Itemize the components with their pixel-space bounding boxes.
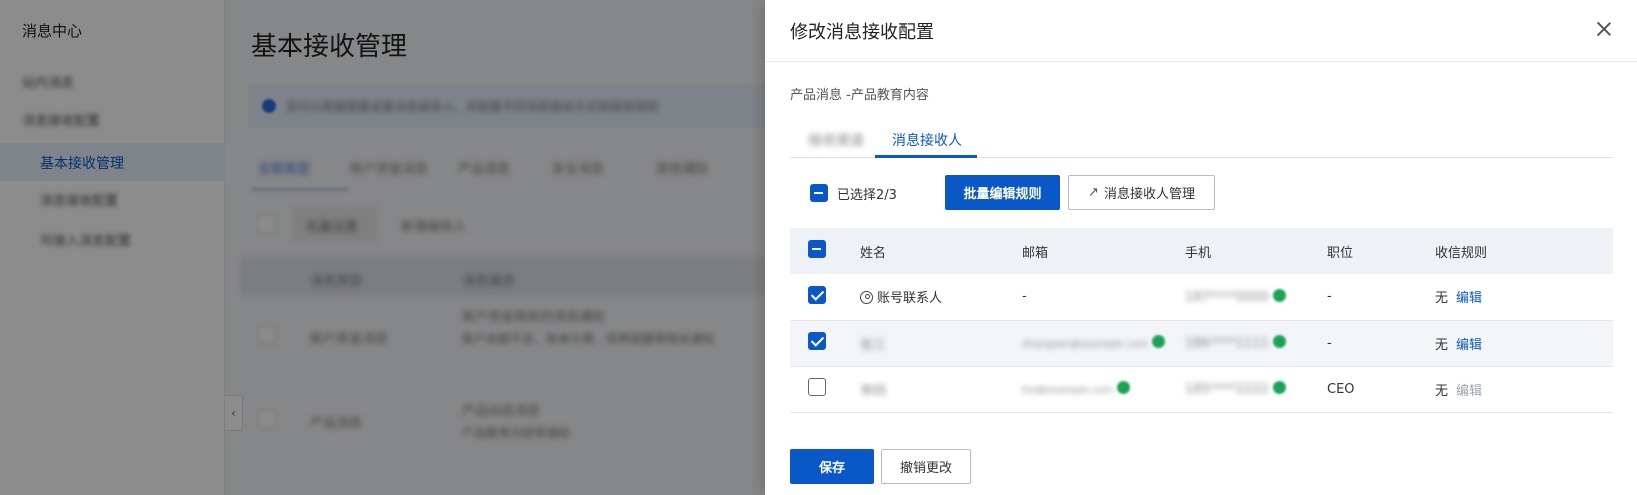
row-phone: 185****2222 bbox=[1185, 382, 1269, 397]
breadcrumb: 产品消息 -产品教育内容 bbox=[790, 88, 929, 103]
table-row: 张三 zhangsan@example.com 186****1111 - 无编… bbox=[790, 320, 1613, 367]
save-button[interactable]: 保存 bbox=[790, 449, 874, 484]
drawer-header: 修改消息接收配置 bbox=[765, 0, 1637, 62]
row-phone: 187****0000 bbox=[1185, 289, 1269, 305]
row-position: CEO bbox=[1327, 366, 1435, 413]
verified-icon bbox=[1117, 381, 1131, 394]
row-rule: 无 bbox=[1435, 337, 1449, 353]
row-checkbox-cell bbox=[790, 320, 860, 367]
close-icon[interactable] bbox=[1593, 18, 1615, 40]
row-checkbox[interactable] bbox=[808, 378, 826, 396]
external-link-icon: ↗ bbox=[1088, 185, 1099, 200]
row-rule-cell: 无编辑 bbox=[1435, 366, 1613, 413]
row-checkbox-cell bbox=[790, 274, 860, 321]
recipient-toolbar: 已选择2/3 批量编辑规则 ↗ 消息接收人管理 bbox=[810, 175, 1510, 211]
row-rule-cell: 无编辑 bbox=[1435, 320, 1613, 367]
verified-icon bbox=[1272, 335, 1286, 348]
row-phone-cell: 187****0000 bbox=[1185, 274, 1327, 321]
row-email: lisi@example.com bbox=[1022, 385, 1114, 396]
row-name: 账号联系人 bbox=[877, 291, 943, 307]
row-name: 张三 bbox=[860, 337, 887, 353]
table-row: 李四 lisi@example.com 185****2222 CEO 无编辑 bbox=[790, 366, 1613, 413]
selected-count: 已选择2/3 bbox=[837, 188, 897, 203]
row-email-cell: zhangsan@example.com bbox=[1022, 320, 1185, 367]
manage-recipients-label: 消息接收人管理 bbox=[1103, 187, 1195, 202]
row-rule-cell: 无编辑 bbox=[1435, 274, 1613, 321]
edit-link[interactable]: 编辑 bbox=[1456, 291, 1482, 306]
verified-icon bbox=[1272, 288, 1286, 302]
row-name: 李四 bbox=[860, 383, 887, 399]
tab-active-indicator bbox=[875, 155, 977, 158]
revert-button[interactable]: 撤销更改 bbox=[881, 449, 971, 484]
row-rule: 无 bbox=[1435, 291, 1449, 307]
row-phone-cell: 186****1111 bbox=[1185, 320, 1327, 367]
table-row: 账号联系人 - 187****0000 - 无编辑 bbox=[790, 274, 1613, 321]
row-checkbox[interactable] bbox=[808, 332, 826, 350]
column-name: 姓名 bbox=[860, 228, 1022, 274]
table-header-row: 姓名 邮箱 手机 职位 收信规则 bbox=[790, 228, 1613, 274]
header-select-all-checkbox[interactable] bbox=[808, 240, 826, 258]
row-email: - bbox=[1022, 274, 1185, 321]
row-name-cell: 账号联系人 bbox=[860, 274, 1022, 321]
edit-link[interactable]: 编辑 bbox=[1456, 338, 1482, 353]
config-drawer: 修改消息接收配置 产品消息 -产品教育内容 接收渠道 消息接收人 已选择2/3 … bbox=[765, 0, 1637, 495]
modal-overlay[interactable] bbox=[0, 0, 765, 495]
column-email: 邮箱 bbox=[1022, 228, 1185, 274]
row-name-cell: 张三 bbox=[860, 320, 1022, 367]
verified-icon bbox=[1272, 381, 1286, 394]
row-rule: 无 bbox=[1435, 383, 1449, 399]
manage-recipients-button[interactable]: ↗ 消息接收人管理 bbox=[1068, 175, 1215, 210]
row-checkbox-cell bbox=[790, 366, 860, 413]
column-rule: 收信规则 bbox=[1435, 228, 1613, 274]
edit-link[interactable]: 编辑 bbox=[1456, 384, 1482, 399]
column-phone: 手机 bbox=[1185, 228, 1327, 274]
select-all-checkbox[interactable] bbox=[810, 184, 828, 202]
drawer-tabs: 接收渠道 消息接收人 bbox=[790, 122, 1613, 158]
person-icon bbox=[860, 291, 873, 305]
drawer-title: 修改消息接收配置 bbox=[790, 22, 934, 43]
row-name-cell: 李四 bbox=[860, 366, 1022, 413]
row-email-cell: lisi@example.com bbox=[1022, 366, 1185, 413]
verified-icon bbox=[1151, 335, 1165, 348]
column-position: 职位 bbox=[1327, 228, 1435, 274]
row-phone-cell: 185****2222 bbox=[1185, 366, 1327, 413]
row-position: - bbox=[1327, 274, 1435, 321]
row-email: zhangsan@example.com bbox=[1022, 339, 1148, 350]
batch-edit-rules-button[interactable]: 批量编辑规则 bbox=[945, 175, 1060, 210]
tab-recipients[interactable]: 消息接收人 bbox=[892, 130, 962, 150]
row-checkbox[interactable] bbox=[808, 285, 826, 304]
tab-channel[interactable]: 接收渠道 bbox=[808, 130, 864, 150]
recipients-table: 姓名 邮箱 手机 职位 收信规则 账号联系人 - 187****0000 - 无… bbox=[790, 228, 1613, 413]
row-phone: 186****1111 bbox=[1185, 336, 1269, 351]
header-checkbox-cell bbox=[790, 228, 860, 274]
row-position: - bbox=[1327, 320, 1435, 367]
